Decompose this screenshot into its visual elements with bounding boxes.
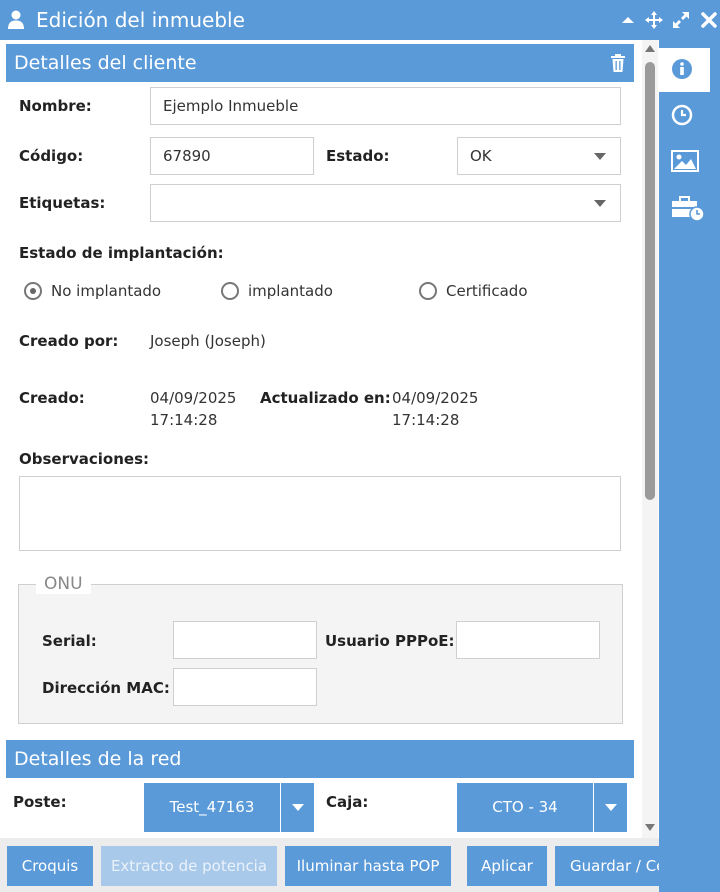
name-input[interactable]: Ejemplo Inmueble [150, 87, 621, 125]
client-section-title: Detalles del cliente [14, 52, 197, 74]
info-icon [672, 59, 692, 79]
sketch-button[interactable]: Croquis [7, 846, 93, 886]
save-close-button[interactable]: Guardar / Ce [555, 846, 659, 886]
created-by-label: Creado por: [19, 332, 119, 350]
created-date: 04/09/2025 [150, 389, 237, 407]
created-time: 17:14:28 [150, 411, 218, 429]
apply-button[interactable]: Aplicar [467, 846, 547, 886]
pppoe-label: Usuario PPPoE: [325, 632, 455, 650]
scroll-up-icon[interactable] [643, 42, 657, 54]
chevron-down-icon [594, 200, 606, 207]
tags-label: Etiquetas: [19, 194, 106, 212]
code-label: Código: [19, 147, 84, 165]
tab-history[interactable] [659, 94, 720, 138]
created-by-value: Joseph (Joseph) [150, 332, 266, 350]
tab-images[interactable] [659, 140, 720, 184]
tab-jobs[interactable] [659, 186, 720, 230]
footer-toolbar: Croquis Extracto de potencia Iluminar ha… [0, 838, 659, 892]
collapse-icon[interactable] [618, 10, 638, 30]
chevron-down-icon[interactable] [280, 783, 314, 832]
notes-textarea[interactable] [19, 476, 621, 551]
close-icon[interactable] [699, 10, 719, 30]
network-section-header: Detalles de la red [6, 740, 634, 778]
status-select-value: OK [470, 147, 492, 165]
tab-info[interactable] [659, 48, 710, 92]
created-label: Creado: [19, 389, 85, 407]
maximize-icon[interactable] [671, 10, 691, 30]
serial-label: Serial: [42, 632, 97, 650]
chevron-down-icon[interactable] [593, 783, 627, 832]
image-icon [671, 150, 699, 172]
power-extract-button[interactable]: Extracto de potencia [101, 846, 277, 886]
user-icon [8, 10, 24, 29]
code-input[interactable]: 67890 [150, 137, 314, 175]
chevron-down-icon [594, 153, 606, 160]
mac-label: Dirección MAC: [42, 679, 170, 697]
clock-icon [671, 104, 693, 126]
radio-certificado-label[interactable]: Certificado [446, 282, 528, 300]
status-label: Estado: [326, 147, 390, 165]
box-label: Caja: [326, 793, 369, 811]
illuminate-pop-button[interactable]: Iluminar hasta POP [285, 846, 451, 886]
updated-label: Actualizado en: [260, 389, 391, 407]
client-section-header: Detalles del cliente [6, 44, 634, 82]
tags-select[interactable] [150, 184, 621, 222]
side-toolbar [659, 40, 720, 892]
radio-implantado[interactable] [221, 282, 239, 300]
radio-no-implantado[interactable] [24, 282, 42, 300]
briefcase-clock-icon [672, 196, 705, 222]
pole-label: Poste: [13, 793, 67, 811]
move-icon[interactable] [644, 10, 664, 30]
radio-implantado-label[interactable]: implantado [248, 282, 333, 300]
scroll-down-icon[interactable] [643, 822, 657, 834]
box-dropdown-button[interactable]: CTO - 34 [457, 783, 627, 832]
mac-input[interactable] [173, 668, 317, 706]
trash-icon[interactable] [610, 54, 626, 72]
pole-dropdown-button[interactable]: Test_47163 [144, 783, 314, 832]
impl-status-label: Estado de implantación: [19, 244, 224, 262]
scrollbar-thumb[interactable] [645, 62, 655, 500]
updated-time: 17:14:28 [392, 411, 460, 429]
network-section-title: Detalles de la red [14, 748, 182, 770]
pole-value: Test_47163 [169, 798, 255, 816]
name-label: Nombre: [19, 97, 92, 115]
pppoe-input[interactable] [456, 621, 600, 659]
radio-certificado[interactable] [419, 282, 437, 300]
onu-legend: ONU [36, 574, 91, 594]
radio-no-implantado-label[interactable]: No implantado [51, 282, 161, 300]
window-titlebar: Edición del inmueble [0, 0, 720, 40]
window-title: Edición del inmueble [36, 8, 245, 32]
updated-date: 04/09/2025 [392, 389, 479, 407]
status-select[interactable]: OK [457, 137, 621, 175]
serial-input[interactable] [173, 621, 317, 659]
notes-label: Observaciones: [19, 450, 150, 468]
box-value: CTO - 34 [492, 798, 558, 816]
